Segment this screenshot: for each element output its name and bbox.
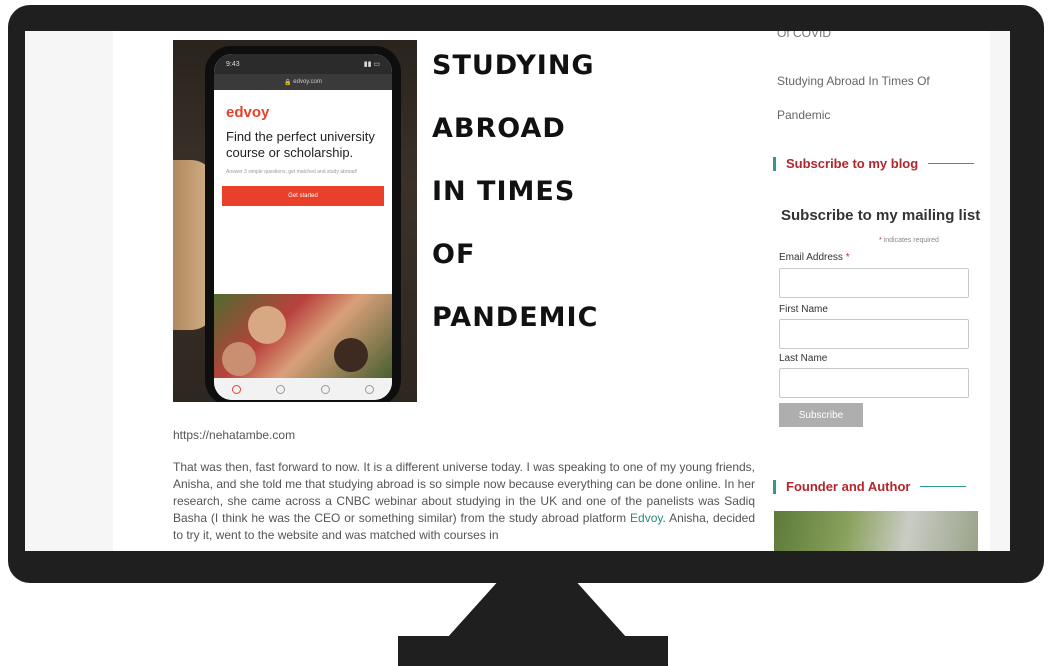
title-line: STUDYING (432, 50, 595, 81)
person-shape (334, 338, 368, 372)
email-label: Email Address * (779, 252, 850, 263)
edvoy-logo: edvoy (226, 104, 270, 121)
first-name-field[interactable] (779, 319, 969, 349)
founder-photo (774, 511, 978, 551)
person-shape (222, 342, 256, 376)
first-name-label: First Name (779, 304, 828, 315)
monitor-screen: 9:43 ▮▮ ▭ 🔒 edvoy.com edvoy Find the per… (25, 31, 1010, 551)
founder-heading: Founder and Author (773, 479, 967, 494)
mailing-list-title: Subscribe to my mailing list (781, 207, 981, 224)
last-name-field[interactable] (779, 368, 969, 398)
phone-screen: 9:43 ▮▮ ▭ 🔒 edvoy.com edvoy Find the per… (214, 54, 392, 400)
phone-device: 9:43 ▮▮ ▭ 🔒 edvoy.com edvoy Find the per… (205, 46, 401, 402)
monitor-stand (447, 582, 627, 638)
required-note-text: indicates required (883, 237, 939, 244)
phone-status-bar: 9:43 ▮▮ ▭ (214, 54, 392, 74)
heading-accent-bar (773, 156, 776, 171)
subscribe-blog-heading: Subscribe to my blog (773, 156, 975, 171)
title-line: PANDEMIC (432, 302, 599, 333)
get-started-button: Get started (222, 186, 384, 206)
monitor-stand-base (398, 636, 668, 666)
source-url: https://nehatambe.com (173, 428, 296, 442)
phone-url: edvoy.com (293, 79, 322, 85)
phone-photo (214, 294, 392, 386)
phone-time: 9:43 (226, 60, 240, 68)
email-label-text: Email Address (779, 252, 843, 263)
explore-icon (231, 384, 241, 394)
signal-icon: ▮▮ ▭ (363, 61, 380, 68)
sidebar-recent-post-link[interactable]: Studying Abroad In Times Of Pandemic (777, 64, 977, 132)
founder-title: Founder and Author (786, 479, 911, 494)
heading-accent-bar (773, 479, 776, 494)
hero-image: 9:43 ▮▮ ▭ 🔒 edvoy.com edvoy Find the per… (173, 40, 417, 402)
heading-accent-line (928, 163, 975, 164)
phone-url-bar: 🔒 edvoy.com (214, 74, 392, 90)
required-note: * indicates required (879, 237, 939, 244)
sidebar-covid-fragment[interactable]: Of COVID (777, 31, 831, 40)
subscribe-button[interactable]: Subscribe (779, 403, 863, 427)
user-icon (365, 384, 375, 394)
heading-accent-line (920, 486, 967, 487)
chat-icon (320, 384, 330, 394)
title-line: ABROAD (432, 113, 566, 144)
person-shape (248, 306, 286, 344)
heart-icon (276, 384, 286, 394)
phone-subtext: Answer 3 simple questions, get matched a… (226, 169, 358, 175)
email-field[interactable] (779, 268, 969, 298)
article-body: That was then, fast forward to now. It i… (173, 459, 755, 544)
title-line: OF (432, 239, 476, 270)
subscribe-blog-title: Subscribe to my blog (786, 156, 919, 171)
lock-icon: 🔒 (284, 79, 294, 86)
phone-heading: Find the perfect university course or sc… (226, 129, 375, 160)
last-name-label: Last Name (779, 353, 828, 364)
article-title: STUDYING ABROAD IN TIMES OF PANDEMIC (432, 48, 752, 363)
phone-bottom-nav (214, 378, 392, 400)
edvoy-link[interactable]: Edvoy (630, 511, 662, 525)
title-line: IN TIMES (432, 176, 576, 207)
